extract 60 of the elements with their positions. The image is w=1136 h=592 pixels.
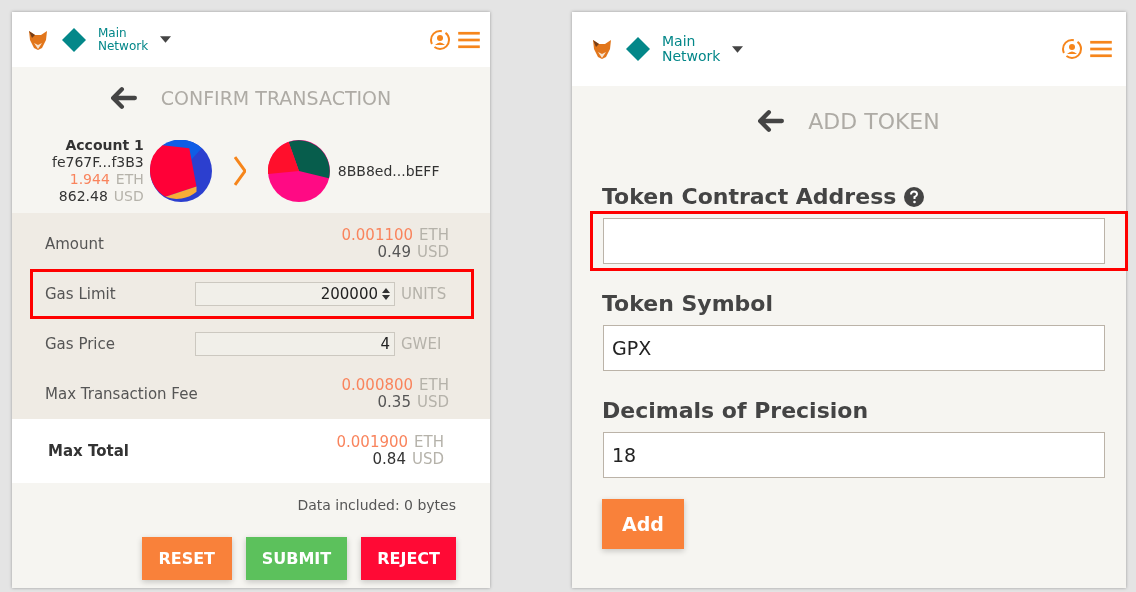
account-switch-icon[interactable] bbox=[428, 27, 452, 52]
fox-logo-icon bbox=[590, 37, 614, 61]
unit-label: USD bbox=[113, 188, 144, 205]
action-button[interactable]: REJECT bbox=[361, 537, 456, 580]
input-value: 200000 bbox=[320, 285, 378, 303]
usd-amount: 0.84 bbox=[372, 451, 406, 468]
field-label: Token Contract Address bbox=[602, 184, 897, 209]
text-input[interactable]: 18 bbox=[603, 432, 1105, 478]
unit-label: ETH bbox=[115, 171, 144, 188]
eth-balance: 1.944 bbox=[69, 171, 110, 188]
row-label: Gas Price bbox=[45, 335, 116, 353]
usd-amount: 0.35 bbox=[377, 394, 411, 411]
identicon-avatar bbox=[267, 140, 330, 202]
menu-icon[interactable] bbox=[1090, 40, 1112, 58]
network-selector[interactable]: Main Network bbox=[98, 26, 149, 53]
eth-amount: 0.001100 bbox=[341, 227, 414, 244]
action-button[interactable]: RESET bbox=[141, 537, 232, 580]
text-input[interactable] bbox=[603, 218, 1105, 264]
help-icon[interactable] bbox=[904, 186, 925, 207]
row-label: Max Transaction Fee bbox=[45, 385, 199, 403]
network-diamond-icon bbox=[62, 27, 86, 52]
unit-label: USD bbox=[411, 451, 444, 468]
row-label: Amount bbox=[45, 235, 105, 253]
field-label: Token Symbol bbox=[602, 291, 773, 316]
caret-icon[interactable] bbox=[160, 36, 172, 43]
account-switch-icon[interactable] bbox=[1060, 37, 1084, 61]
unit-label: ETH bbox=[419, 227, 449, 244]
unit-label: USD bbox=[416, 394, 449, 411]
account-address: fe767F...f3B3 bbox=[52, 154, 144, 171]
unit-label: GWEI bbox=[401, 335, 443, 353]
number-input[interactable]: 200000 bbox=[195, 282, 395, 306]
account-name: Account 1 bbox=[65, 137, 144, 154]
fiat-balance: 862.48 bbox=[58, 188, 108, 205]
unit-label: UNITS bbox=[401, 285, 448, 303]
eth-amount: 0.000800 bbox=[341, 377, 414, 394]
page-title: ADD TOKEN bbox=[808, 108, 940, 134]
recipient-address: 8BB8ed...bEFF bbox=[337, 163, 440, 179]
text-input[interactable]: GPX bbox=[603, 325, 1105, 371]
add-button[interactable]: Add bbox=[602, 499, 684, 549]
page-title: CONFIRM TRANSACTION bbox=[160, 87, 392, 109]
spinner-arrows-icon[interactable] bbox=[382, 287, 390, 301]
back-arrow-icon[interactable] bbox=[758, 110, 785, 132]
unit-label: ETH bbox=[414, 434, 444, 451]
data-note: Data included: 0 bytes bbox=[297, 497, 456, 513]
row-label: Gas Limit bbox=[45, 285, 117, 303]
network-selector[interactable]: Main Network bbox=[662, 34, 721, 64]
unit-label: ETH bbox=[419, 377, 449, 394]
number-input[interactable]: 4 bbox=[195, 332, 395, 356]
row-label: Max Total bbox=[48, 442, 130, 460]
field-label: Decimals of Precision bbox=[602, 398, 869, 423]
usd-amount: 0.49 bbox=[377, 244, 411, 261]
input-value: 4 bbox=[380, 335, 390, 353]
eth-amount: 0.001900 bbox=[336, 434, 409, 451]
caret-icon[interactable] bbox=[732, 45, 744, 53]
unit-label: USD bbox=[416, 244, 449, 261]
back-arrow-icon[interactable] bbox=[110, 87, 137, 109]
chevron-right-icon bbox=[233, 155, 246, 187]
network-diamond-icon bbox=[626, 37, 650, 61]
menu-icon[interactable] bbox=[458, 30, 480, 49]
identicon-avatar bbox=[149, 140, 212, 202]
